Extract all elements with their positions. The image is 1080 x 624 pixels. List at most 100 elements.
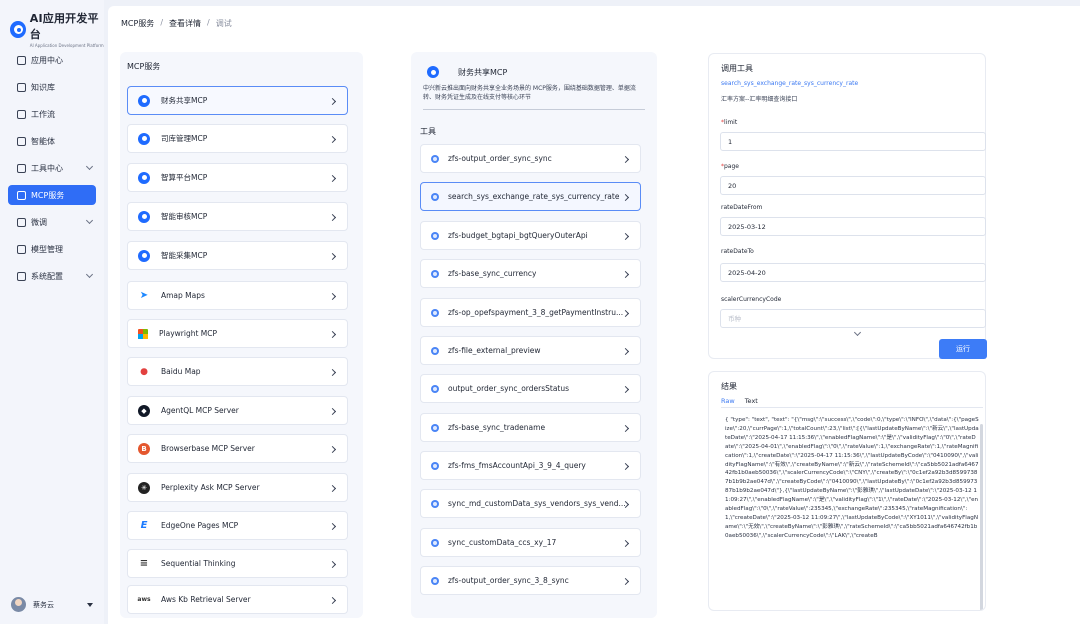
server-item[interactable]: ✳ Perplexity Ask MCP Server [127,473,348,502]
field-input-limit[interactable] [720,132,986,151]
mcp-logo-icon [427,66,439,78]
map-pin-icon: ● [140,366,148,377]
server-item-label: Amap Maps [161,291,205,300]
sidebar-item[interactable]: 工具中心 [8,158,96,178]
field-input-scalerCurrencyCode[interactable] [720,309,986,328]
breadcrumb-mcp[interactable]: MCP服务 [121,18,154,29]
server-item-label: 财务共享MCP [161,96,208,105]
sidebar-item[interactable]: 模型管理 [8,239,96,259]
tool-icon [431,154,439,163]
sidebar-item[interactable]: 应用中心 [8,50,96,70]
server-item-label: Playwright MCP [159,329,218,338]
chevron-right-icon [621,424,630,433]
breadcrumb-detail[interactable]: 查看详情 [169,18,201,29]
sidebar-item[interactable]: MCP服务 [8,185,96,205]
server-item[interactable]: B Browserbase MCP Server [127,434,348,463]
sidebar-item[interactable]: 智能体 [8,131,96,151]
detail-description: 中兴新云推出面向财务共享全业务场景的 MCP服务，围绕基础数据管理、单据流转、财… [423,85,636,101]
tool-item[interactable]: zfs-base_sync_tradename [420,413,641,442]
tool-item-label: zfs-output_order_sync_sync [448,154,552,163]
avatar [11,597,26,612]
agent-icon [17,136,26,146]
mcp-logo-icon [138,249,150,262]
edgeone-icon: E [140,520,148,531]
tools-title: 工具 [420,127,436,136]
tool-item[interactable]: zfs-file_external_preview [420,336,641,365]
field-label: *page [721,163,739,170]
workflow-icon [17,109,26,119]
grid-icon [17,55,26,65]
result-scrollbar[interactable] [980,424,983,610]
server-item[interactable]: aws Aws Kb Retrieval Server [127,585,348,614]
result-raw-output: { "type": "text", "text": "{\"msg\":\"su… [725,417,979,539]
tool-item-label: zfs-file_external_preview [448,346,541,355]
server-item[interactable]: 司库管理MCP [127,124,348,153]
tool-item[interactable]: zfs-output_order_sync_3_8_sync [420,566,641,595]
tool-item[interactable]: output_order_sync_ordersStatus [420,374,641,403]
tool-icon [431,576,439,585]
chevron-down-icon [85,162,94,171]
field-label: scalerCurrencyCode [721,296,781,303]
tool-item[interactable]: zfs-budget_bgtapi_bgtQueryOuterApi [420,221,641,250]
chevron-right-icon [328,292,337,301]
tool-item[interactable]: sync_customData_ccs_xy_17 [420,528,641,557]
sidebar-item[interactable]: 系统配置 [8,266,96,286]
tool-item-label: sync_md_customData_sys_vendors_sys_vend.… [448,499,626,508]
divider [721,407,983,408]
tune-icon [17,217,26,227]
server-item[interactable]: ≡ Sequential Thinking [127,549,348,578]
breadcrumb: MCP服务 / 查看详情 / 调试 [121,18,232,29]
server-item[interactable]: ● Baidu Map [127,357,348,386]
breadcrumb-separator: / [207,18,210,27]
sidebar-item[interactable]: 微调 [8,212,96,232]
caret-down-icon [87,602,93,607]
server-item-label: Aws Kb Retrieval Server [161,595,251,604]
chevron-down-icon[interactable] [853,328,862,337]
tool-item[interactable]: zfs-fms_fmsAccountApi_3_9_4_query [420,451,641,480]
sidebar-item[interactable]: 工作流 [8,104,96,124]
mcp-logo-icon [138,171,150,184]
user-menu[interactable]: 蔡务云 [11,597,93,612]
run-button[interactable]: 运行 [939,339,987,359]
agentql-icon: ◆ [138,404,150,417]
mcp-logo-icon [138,210,150,223]
sidebar-item[interactable]: 知识库 [8,77,96,97]
sidebar-item-label: 知识库 [31,82,55,92]
app-title: AI应用开发平台 [29,12,99,41]
sidebar-item-label: 工具中心 [31,163,63,173]
tool-item[interactable]: zfs-output_order_sync_sync [420,144,641,173]
app-logo[interactable]: AI应用开发平台 AI Application Development Plat… [10,10,104,48]
chevron-down-icon [85,216,94,225]
server-item[interactable]: E EdgeOne Pages MCP [127,511,348,540]
server-item[interactable]: 智算平台MCP [127,163,348,192]
tool-item-label: zfs-base_sync_currency [448,269,537,278]
field-input-rateDateFrom[interactable] [720,217,986,236]
server-item[interactable]: 智能审核MCP [127,202,348,231]
field-input-rateDateTo[interactable] [720,263,986,282]
result-title: 结果 [721,382,737,391]
sidebar-item-label: MCP服务 [31,190,65,200]
tool-icon [431,423,439,432]
breadcrumb-current: 调试 [215,19,232,28]
server-list-title: MCP服务 [127,62,161,71]
server-item[interactable]: 财务共享MCP [127,86,348,115]
field-label-text: rateDateFrom [721,204,763,211]
tool-name-link[interactable]: search_sys_exchange_rate_sys_currency_ra… [721,80,858,87]
server-item[interactable]: 智能采集MCP [127,241,348,270]
call-tool-title: 调用工具 [721,64,753,73]
tool-item[interactable]: zfs-op_opefspayment_3_8_getPaymentInstru… [420,298,641,327]
field-input-page[interactable] [720,176,986,195]
mcp-server-list-panel: MCP服务 财务共享MCP 司库管理MCP 智算平台MCP 智能审核MCP 智能采集MC… [120,52,363,618]
server-item[interactable]: Playwright MCP [127,319,348,348]
book-icon [17,82,26,92]
chevron-right-icon [328,213,337,222]
chevron-right-icon [621,270,630,279]
tool-item[interactable]: sync_md_customData_sys_vendors_sys_vend.… [420,489,641,518]
chevron-right-icon [621,232,630,241]
tool-item[interactable]: zfs-base_sync_currency [420,259,641,288]
tool-icon [431,192,439,201]
server-item[interactable]: ➤ Amap Maps [127,281,348,310]
server-item-label: 智算平台MCP [161,173,208,182]
server-item[interactable]: ◆ AgentQL MCP Server [127,396,348,425]
tool-item[interactable]: search_sys_exchange_rate_sys_currency_ra… [420,182,641,211]
